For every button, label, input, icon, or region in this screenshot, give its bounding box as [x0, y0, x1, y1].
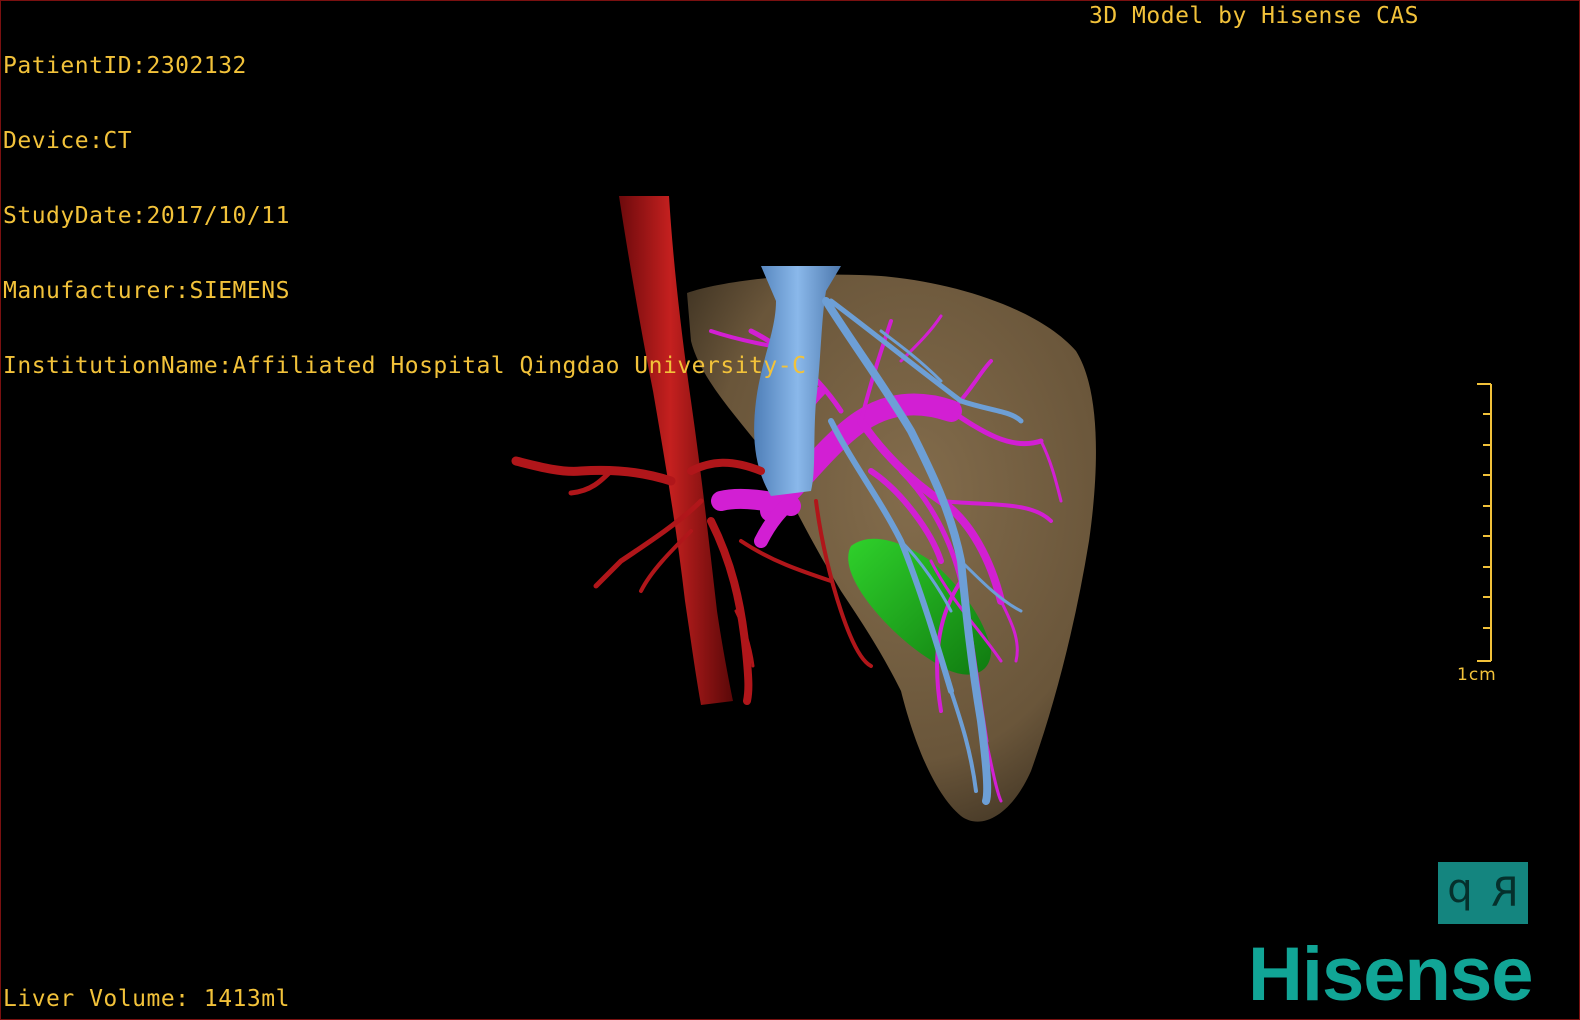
study-date-text: StudyDate:2017/10/11 [3, 203, 290, 229]
model-credit-text: 3D Model by Hisense CAS [1089, 3, 1419, 29]
device-text: Device:CT [3, 128, 133, 154]
manufacturer-text: Manufacturer:SIEMENS [3, 278, 290, 304]
orientation-left-glyph: d [1447, 870, 1473, 916]
hisense-logo: Hisense [1248, 932, 1533, 1017]
orientation-cube-icon[interactable]: d R [1438, 862, 1528, 924]
orientation-right-glyph: R [1491, 870, 1519, 916]
dicom-info-overlay: PatientID:2302132 Device:CT StudyDate:20… [3, 4, 806, 429]
scale-label: 1cm [1457, 665, 1497, 685]
liver-volume-text: Liver Volume: 1413ml [3, 986, 290, 1012]
patient-id-text: PatientID:2302132 [3, 53, 247, 79]
scale-bar [1477, 383, 1492, 662]
3d-viewport[interactable]: PatientID:2302132 Device:CT StudyDate:20… [0, 0, 1580, 1020]
institution-text: InstitutionName:Affiliated Hospital Qing… [3, 353, 807, 379]
